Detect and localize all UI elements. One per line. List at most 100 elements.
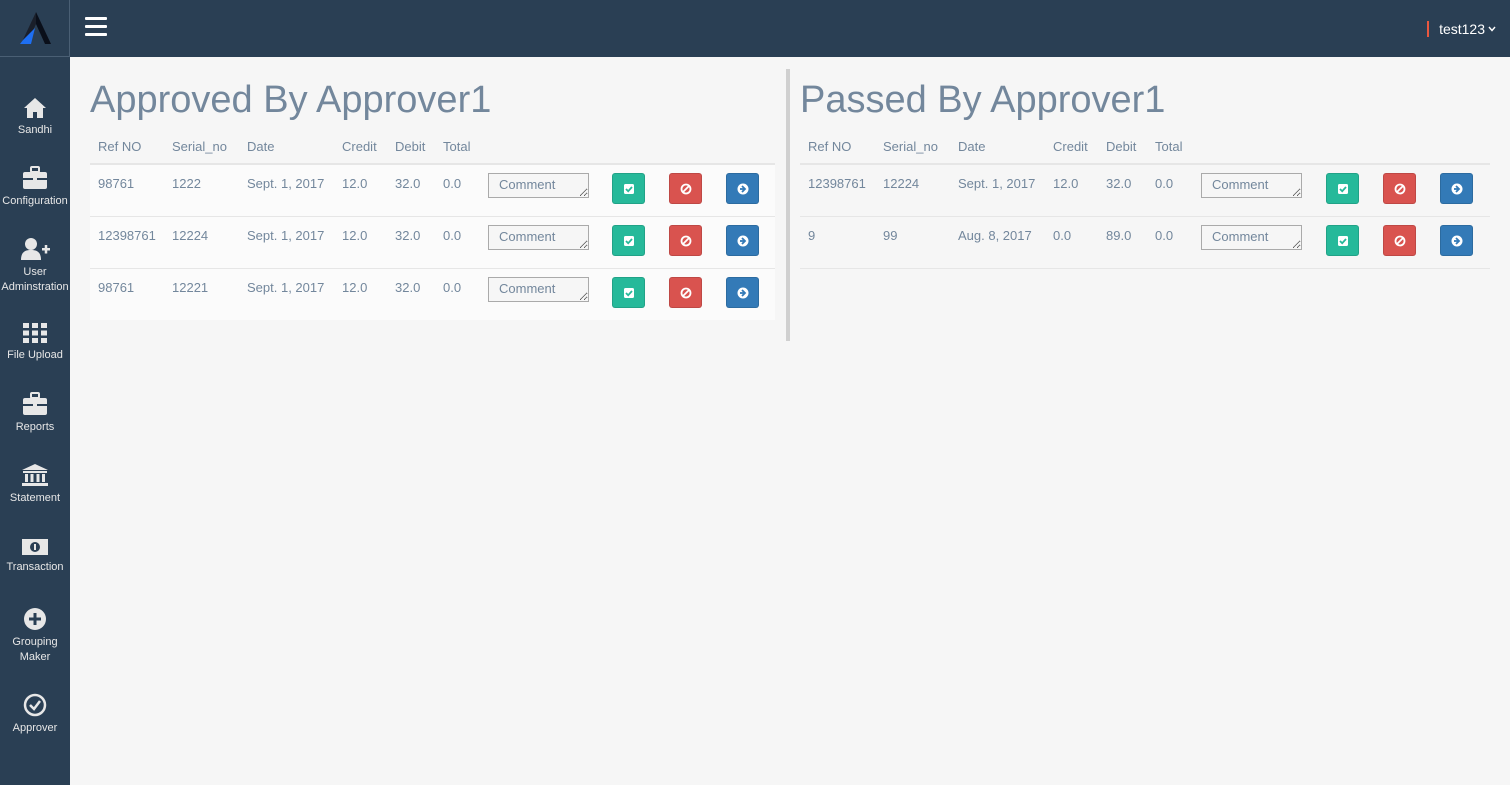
sidebar-item-label: File Upload <box>7 349 63 361</box>
column-header: Date <box>239 130 334 165</box>
comment-input[interactable] <box>488 276 589 302</box>
arrow-circle-right-icon <box>1451 183 1463 195</box>
total-cell: 0.0 <box>435 216 480 269</box>
plus-circle-icon <box>24 608 46 630</box>
approve-button[interactable] <box>1326 224 1359 256</box>
ban-icon <box>1394 235 1406 246</box>
check-square-icon <box>624 287 634 298</box>
action-cell <box>718 164 775 217</box>
comment-input[interactable] <box>488 173 589 198</box>
column-header: Credit <box>334 130 387 165</box>
debit-cell: 32.0 <box>387 268 435 320</box>
credit-cell: 12.0 <box>334 268 387 320</box>
column-header: Date <box>950 130 1045 165</box>
action-cell <box>718 268 775 320</box>
date-cell: Aug. 8, 2017 <box>950 216 1045 269</box>
grid-icon <box>23 323 47 343</box>
serial-no-cell: 12221 <box>164 268 239 320</box>
comment-cell <box>1193 216 1318 269</box>
column-header: Debit <box>1098 130 1147 165</box>
approved-table: Ref NO Serial_no Date Credit Debit Total… <box>90 130 775 320</box>
credit-cell: 12.0 <box>334 164 387 217</box>
ban-icon <box>680 235 692 246</box>
comment-cell <box>1193 164 1318 217</box>
briefcase-icon <box>23 166 47 189</box>
forward-button[interactable] <box>726 224 759 256</box>
check-square-icon <box>1338 235 1348 246</box>
action-cell <box>661 216 718 269</box>
passed-panel: Passed By Approver1 Ref NO Serial_no Dat… <box>800 70 1490 269</box>
table-row: 9 99 Aug. 8, 2017 0.0 89.0 0.0 <box>800 216 1490 269</box>
brand-logo-icon <box>20 12 51 44</box>
sidebar-item-file-upload[interactable]: File Upload <box>0 322 70 363</box>
approve-button[interactable] <box>612 276 645 308</box>
sidebar-item-configuration[interactable]: Configuration <box>0 166 70 209</box>
check-square-icon <box>624 184 634 194</box>
sidebar-item-reports[interactable]: Reports <box>0 392 70 435</box>
action-cell <box>1318 216 1375 269</box>
table-row: 98761 1222 Sept. 1, 2017 12.0 32.0 0.0 <box>90 164 775 217</box>
sidebar-item-sandhi[interactable]: Sandhi <box>0 97 70 138</box>
sidebar-item-label: User Adminstration <box>1 266 69 293</box>
sidebar-item-approver[interactable]: Approver <box>0 693 70 736</box>
ref-no-cell: 98761 <box>90 268 164 320</box>
logo[interactable] <box>0 0 70 57</box>
sidebar-item-label: Reports <box>15 421 55 433</box>
reject-button[interactable] <box>1383 224 1416 256</box>
ban-icon <box>1394 183 1406 195</box>
action-cell <box>604 268 661 320</box>
reject-button[interactable] <box>669 224 702 256</box>
top-navbar: test123 <box>0 0 1510 57</box>
user-menu-accent <box>1427 21 1430 37</box>
action-cell <box>1432 216 1490 269</box>
forward-button[interactable] <box>1440 224 1473 256</box>
column-header: Credit <box>1045 130 1098 165</box>
arrow-circle-right-icon <box>1451 235 1463 246</box>
reject-button[interactable] <box>669 173 702 204</box>
approve-button[interactable] <box>612 173 645 204</box>
date-cell: Sept. 1, 2017 <box>239 216 334 269</box>
forward-button[interactable] <box>726 173 759 204</box>
table-row: 12398761 12224 Sept. 1, 2017 12.0 32.0 0… <box>800 164 1490 217</box>
comment-cell <box>480 216 604 269</box>
date-cell: Sept. 1, 2017 <box>239 268 334 320</box>
column-header: Serial_no <box>875 130 950 165</box>
table-header-row: Ref NO Serial_no Date Credit Debit Total <box>800 130 1490 165</box>
sidebar-item-statement[interactable]: Statement <box>0 463 70 506</box>
reject-button[interactable] <box>1383 173 1416 204</box>
column-header-empty <box>604 130 661 165</box>
check-circle-icon <box>23 693 47 717</box>
arrow-circle-right-icon <box>737 183 749 195</box>
menu-toggle-button[interactable] <box>85 17 107 39</box>
forward-button[interactable] <box>726 276 759 308</box>
comment-input[interactable] <box>1201 173 1302 198</box>
comment-input[interactable] <box>488 224 589 250</box>
reject-button[interactable] <box>669 276 702 308</box>
comment-cell <box>480 268 604 320</box>
table-row: 98761 12221 Sept. 1, 2017 12.0 32.0 0.0 <box>90 268 775 320</box>
check-square-icon <box>624 235 634 246</box>
ref-no-cell: 12398761 <box>800 164 875 217</box>
sidebar-item-grouping-maker[interactable]: Grouping Maker <box>0 607 70 665</box>
comment-input[interactable] <box>1201 224 1302 250</box>
action-cell <box>1318 164 1375 217</box>
bank-icon <box>22 464 48 486</box>
debit-cell: 32.0 <box>387 164 435 217</box>
column-header-empty <box>661 130 718 165</box>
serial-no-cell: 1222 <box>164 164 239 217</box>
approve-button[interactable] <box>1326 173 1359 204</box>
approve-button[interactable] <box>612 224 645 256</box>
sidebar-item-user-adminstration[interactable]: User Adminstration <box>0 237 70 295</box>
briefcase-icon <box>23 392 47 415</box>
debit-cell: 89.0 <box>1098 216 1147 269</box>
action-cell <box>718 216 775 269</box>
passed-table: Ref NO Serial_no Date Credit Debit Total… <box>800 130 1490 269</box>
panel-divider <box>786 69 790 341</box>
forward-button[interactable] <box>1440 173 1473 204</box>
user-menu[interactable]: test123 <box>1427 21 1496 37</box>
sidebar-item-transaction[interactable]: Transaction <box>0 538 70 575</box>
action-cell <box>1432 164 1490 217</box>
ref-no-cell: 98761 <box>90 164 164 217</box>
chevron-down-icon <box>1488 24 1496 35</box>
check-square-icon <box>1338 184 1348 194</box>
